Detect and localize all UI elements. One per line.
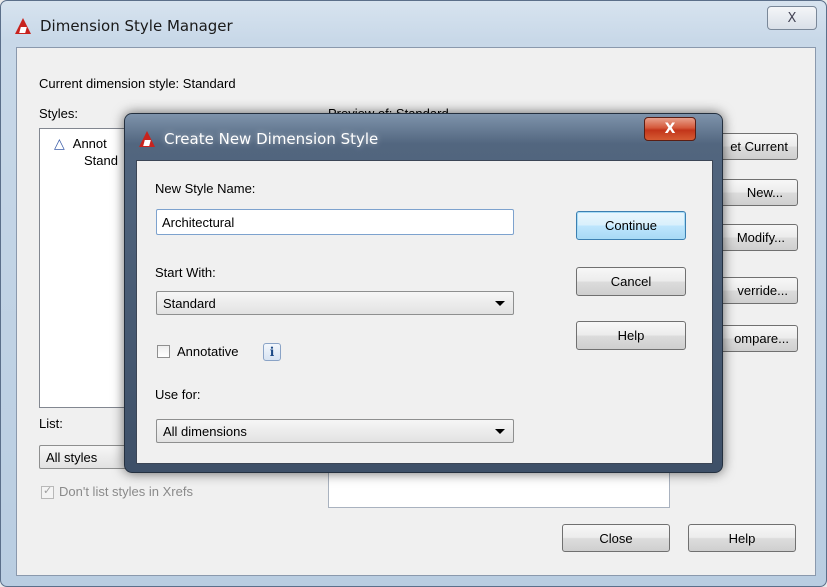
info-icon[interactable]: i [263, 343, 281, 361]
list-item-label: Stand [84, 153, 118, 168]
dropdown-arrow-icon [495, 429, 505, 434]
close-button[interactable]: Close [562, 524, 670, 552]
continue-button[interactable]: Continue [576, 211, 686, 240]
annotative-checkbox[interactable] [157, 345, 170, 358]
close-icon: X [787, 10, 797, 26]
close-icon: X [664, 121, 676, 137]
annotative-label: Annotative [177, 344, 239, 359]
annotative-icon: △ [54, 135, 65, 151]
autocad-app-icon [15, 17, 32, 35]
xrefs-checkbox[interactable] [41, 484, 54, 499]
dropdown-arrow-icon [495, 301, 505, 306]
cancel-button[interactable]: Cancel [576, 267, 686, 296]
outer-close-button[interactable]: X [767, 6, 817, 30]
autocad-app-icon [139, 130, 156, 148]
new-style-name-input[interactable]: Architectural [156, 209, 514, 235]
list-filter-value: All styles [46, 449, 98, 465]
xrefs-checkbox-label: Don't list styles in Xrefs [59, 484, 193, 499]
compare-label: ompare... [734, 331, 789, 346]
set-current-label: et Current [730, 139, 788, 154]
create-new-dimension-style-dialog: Create New Dimension Style X New Style N… [124, 113, 723, 473]
modal-title: Create New Dimension Style [164, 130, 379, 148]
close-button-label: Close [599, 530, 633, 546]
modal-close-button[interactable]: X [644, 117, 696, 141]
outer-window-title: Dimension Style Manager [40, 17, 233, 35]
modify-label: Modify... [736, 230, 785, 245]
styles-label: Styles: [39, 106, 79, 121]
use-for-value: All dimensions [163, 423, 247, 439]
start-with-label: Start With: [155, 265, 216, 280]
modal-help-label: Help [617, 328, 645, 343]
outer-title-bar: Dimension Style Manager [15, 13, 233, 39]
modal-help-button[interactable]: Help [576, 321, 686, 350]
list-item-label: Annot [72, 136, 107, 151]
current-style-label: Current dimension style: Standard [39, 76, 236, 91]
start-with-value: Standard [163, 295, 216, 311]
modal-client-area: New Style Name: Architectural Start With… [136, 160, 713, 464]
outer-help-label: Help [728, 530, 756, 546]
use-for-label: Use for: [155, 387, 201, 402]
new-label: New... [746, 185, 783, 200]
modal-title-bar: Create New Dimension Style [139, 130, 378, 148]
cancel-label: Cancel [610, 274, 652, 289]
start-with-select[interactable]: Standard [156, 291, 514, 315]
outer-help-button[interactable]: Help [688, 524, 796, 552]
list-label: List: [39, 416, 63, 431]
list-item[interactable]: Stand [84, 153, 118, 168]
new-style-name-label: New Style Name: [155, 181, 256, 196]
list-item[interactable]: △ Annot [54, 135, 107, 152]
continue-label: Continue [604, 218, 658, 233]
new-style-name-value: Architectural [162, 214, 235, 230]
use-for-select[interactable]: All dimensions [156, 419, 514, 443]
override-label: verride... [737, 283, 788, 298]
